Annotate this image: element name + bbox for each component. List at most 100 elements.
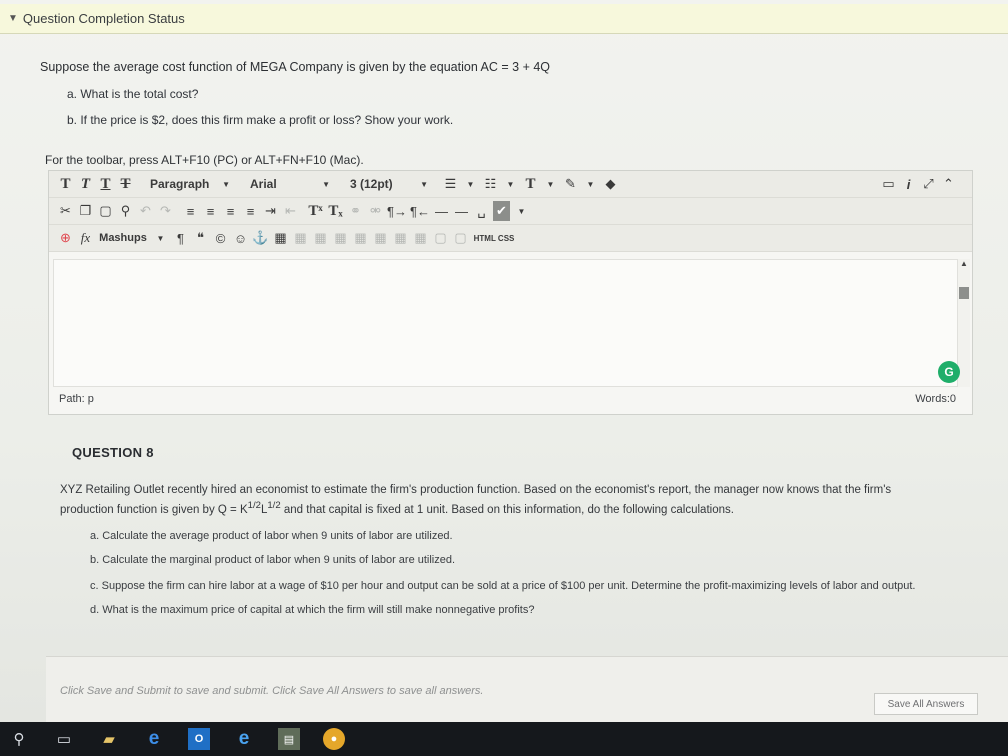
chevron-down-icon[interactable]: ▼ [152, 228, 169, 248]
chrome-icon[interactable]: ● [323, 728, 345, 750]
highlight-pen-icon[interactable]: ✎ [562, 174, 579, 194]
file-explorer-icon[interactable]: ▰ [98, 728, 120, 750]
question-completion-status-bar[interactable]: ▼ Question Completion Status [0, 4, 1008, 34]
table-cell-icon[interactable]: ▦ [332, 228, 349, 248]
chevron-down-icon[interactable]: ▼ [582, 174, 599, 194]
spellcheck-icon[interactable]: ✔ [492, 201, 510, 221]
collapse-toolbar-icon[interactable]: ⌃ [940, 174, 957, 194]
table-props-icon[interactable]: ▦ [412, 228, 429, 248]
footer-instruction: Click Save and Submit to save and submit… [60, 685, 484, 697]
copy-icon[interactable]: ❐ [77, 201, 94, 221]
table-delete-icon[interactable]: ▦ [392, 228, 409, 248]
toolbar-row-2: ✂ ❐ ▢ ⚲ ↶ ↷ ≡ ≡ ≡ ≡ ⇥ ⇤ Tˣ Tₓ ⚭ ⚮ ¶→ ¶← … [49, 198, 972, 225]
text-color-icon[interactable]: T [522, 174, 539, 194]
rich-text-editor: T T T T Paragraph ▼ Arial ▼ 3 (12pt) ▼ ☰ ▼ … [48, 170, 973, 415]
line-icon[interactable]: — [453, 201, 470, 221]
unlink-icon[interactable]: ⚮ [367, 201, 384, 221]
status-title: Question Completion Status [22, 11, 185, 26]
cut-icon[interactable]: ✂ [57, 201, 74, 221]
align-center-icon[interactable]: ≡ [202, 201, 219, 221]
save-all-answers-button[interactable]: Save All Answers [874, 693, 978, 715]
toolbar-row-1: T T T T Paragraph ▼ Arial ▼ 3 (12pt) ▼ ☰ ▼ … [49, 171, 972, 198]
path-label: Path: p [59, 393, 94, 405]
app-icon[interactable]: ▤ [278, 728, 300, 750]
eraser-icon[interactable]: ◆ [602, 174, 619, 194]
scroll-thumb[interactable] [959, 287, 969, 299]
ltr-icon[interactable]: ¶→ [387, 201, 407, 221]
copyright-icon[interactable]: © [212, 228, 229, 248]
indent-icon[interactable]: ⇥ [262, 201, 279, 221]
toolbar-row-3: ⊕ fx Mashups ▼ ¶ ❝ © ☺ ⚓ ▦ ▦ ▦ ▦ ▦ ▦ ▦ ▦… [49, 225, 972, 252]
bullet-list-icon[interactable]: ☰ [442, 174, 459, 194]
table-icon[interactable]: ▦ [272, 228, 289, 248]
paragraph-select[interactable]: Paragraph ▼ [144, 174, 236, 194]
link-icon[interactable]: ⚭ [347, 201, 364, 221]
chevron-down-icon[interactable]: ▼ [542, 174, 559, 194]
table-merge-icon[interactable]: ▦ [352, 228, 369, 248]
windows-taskbar: ⚲ ▭ ▰ e O e ▤ ● [0, 722, 1008, 756]
blockquote-icon[interactable]: ❝ [192, 228, 209, 248]
preview-icon[interactable]: ▭ [880, 174, 897, 194]
undo-icon[interactable]: ↶ [137, 201, 154, 221]
task-view-icon[interactable]: ▭ [53, 728, 75, 750]
chevron-down-icon[interactable]: ▼ [513, 201, 530, 221]
anchor-icon[interactable]: ⚓ [252, 228, 269, 248]
mashups-button[interactable]: Mashups [97, 228, 149, 248]
strikethrough-button[interactable]: T [117, 174, 134, 194]
subscript-icon[interactable]: Tₓ [327, 201, 344, 221]
editor-text-area[interactable] [53, 259, 958, 387]
math-formula-icon[interactable]: fx [77, 228, 94, 248]
outdent-icon[interactable]: ⇤ [282, 201, 299, 221]
info-icon[interactable]: i [900, 174, 917, 194]
bold-button[interactable]: T [57, 174, 74, 194]
fullscreen-icon[interactable]: ⤢ [920, 174, 937, 194]
outlook-icon[interactable]: O [188, 728, 210, 750]
word-count: Words:0 [915, 393, 956, 405]
html-css-button[interactable]: HTML CSS [472, 228, 516, 248]
add-content-icon[interactable]: ⊕ [57, 228, 74, 248]
question-8: QUESTION 8 XYZ Retailing Outlet recently… [60, 445, 980, 617]
table-row-icon[interactable]: ▦ [292, 228, 309, 248]
question-7: Suppose the average cost function of MEG… [40, 60, 980, 127]
question-7-item-b: b. If the price is $2, does this firm ma… [67, 113, 454, 127]
nonbreaking-space-icon[interactable]: ␣ [473, 201, 490, 221]
horizontal-rule-icon[interactable]: — [433, 201, 450, 221]
font-size-select[interactable]: 3 (12pt) ▼ [344, 174, 434, 194]
scroll-up-icon[interactable]: ▲ [958, 259, 970, 268]
rtl-icon[interactable]: ¶← [410, 201, 430, 221]
table-remove-icon[interactable]: ▢ [452, 228, 469, 248]
html-css-label: HTML CSS [473, 233, 515, 243]
align-justify-icon[interactable]: ≡ [242, 201, 259, 221]
font-family-select[interactable]: Arial ▼ [244, 174, 336, 194]
grammarly-icon[interactable]: G [938, 361, 960, 383]
table-col-icon[interactable]: ▦ [312, 228, 329, 248]
paragraph-mark-icon[interactable]: ¶ [172, 228, 189, 248]
underline-button[interactable]: T [97, 174, 114, 194]
exponent: 1/2 [267, 500, 281, 511]
search-icon[interactable]: ⚲ [8, 728, 30, 750]
superscript-icon[interactable]: Tˣ [307, 201, 324, 221]
editor-status-row: Path: p Words:0 [49, 384, 972, 414]
find-icon[interactable]: ⚲ [117, 201, 134, 221]
question-8-body-line-1: XYZ Retailing Outlet recently hired an e… [60, 484, 892, 496]
question-8-item-b: b. Calculate the marginal product of lab… [90, 553, 456, 566]
redo-icon[interactable]: ↷ [157, 201, 174, 221]
align-right-icon[interactable]: ≡ [222, 201, 239, 221]
chevron-down-icon[interactable]: ▼ [462, 174, 479, 194]
ie-icon[interactable]: e [233, 728, 255, 750]
table-insert-icon[interactable]: ▢ [432, 228, 449, 248]
numbered-list-icon[interactable]: ☷ [482, 174, 499, 194]
edge-icon[interactable]: e [143, 728, 165, 750]
align-left-icon[interactable]: ≡ [182, 201, 199, 221]
question-8-body-line-2: production function is given by Q = K1/2… [60, 500, 734, 516]
italic-button[interactable]: T [77, 174, 94, 194]
table-split-icon[interactable]: ▦ [372, 228, 389, 248]
emoticon-icon[interactable]: ☺ [232, 228, 249, 248]
editor-scrollbar[interactable]: ▲ [958, 259, 970, 387]
chevron-down-icon[interactable]: ▼ [502, 174, 519, 194]
paste-icon[interactable]: ▢ [97, 201, 114, 221]
question-8-body: XYZ Retailing Outlet recently hired an e… [60, 482, 950, 518]
question-8-heading: QUESTION 8 [72, 445, 154, 460]
question-8-item-a: a. Calculate the average product of labo… [90, 529, 453, 542]
chevron-down-icon[interactable]: ▼ [8, 13, 18, 24]
